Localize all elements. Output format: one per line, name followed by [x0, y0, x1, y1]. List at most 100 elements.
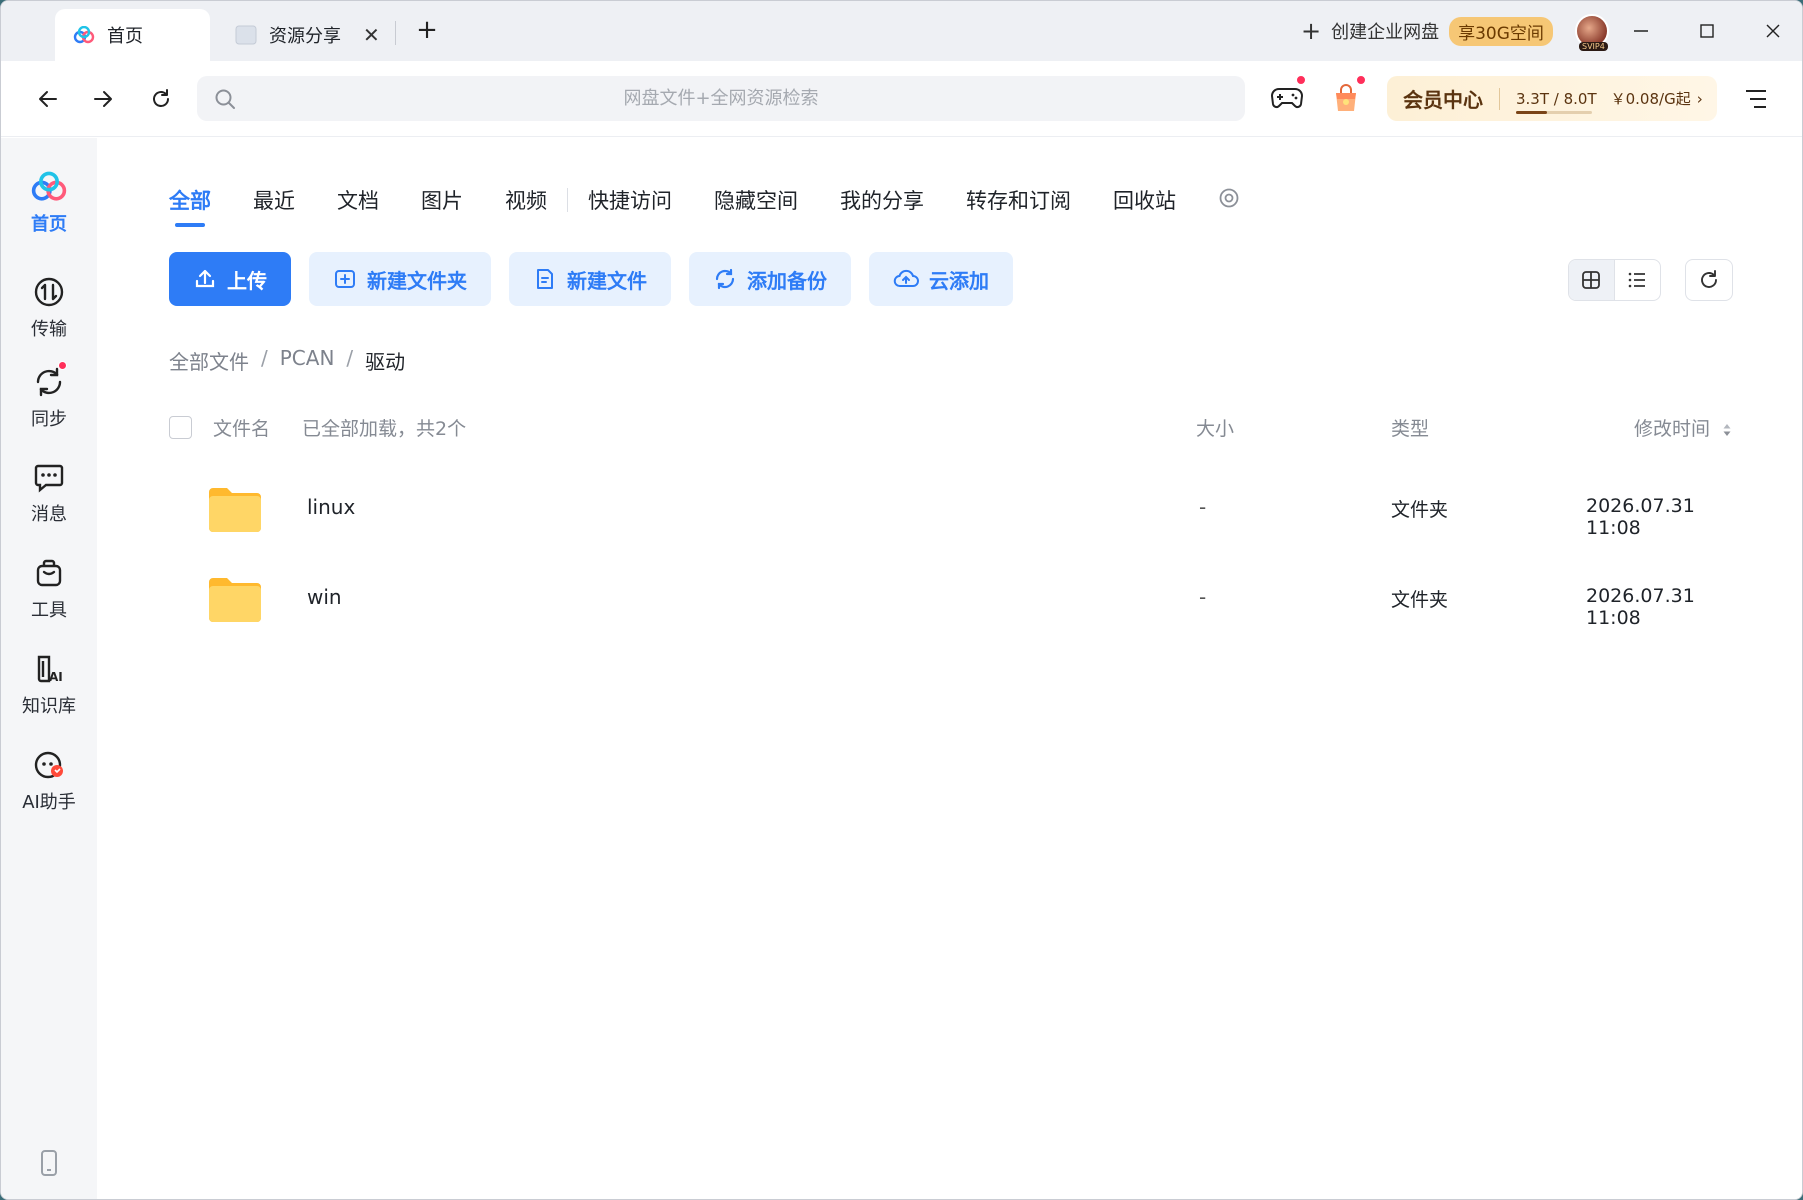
forward-button[interactable] [83, 79, 123, 119]
upload-label: 上传 [227, 268, 267, 293]
tab-quick-access[interactable]: 快捷访问 [588, 185, 672, 215]
member-center-button[interactable]: 会员中心 3.3T / 8.0T ￥0.08/G起 › [1387, 76, 1717, 121]
sidebar-item-label: AI助手 [22, 792, 76, 813]
mobile-device-button[interactable] [35, 1148, 63, 1182]
menu-icon [1746, 90, 1766, 108]
gamepad-icon [1270, 88, 1304, 109]
enterprise-promo-badge: 享30G空间 [1449, 16, 1553, 46]
load-status-text: 已全部加载，共2个 [302, 418, 467, 440]
transfer-icon [30, 273, 68, 311]
arrow-right-icon [94, 91, 112, 107]
tab-documents[interactable]: 文档 [337, 185, 379, 215]
tab-images[interactable]: 图片 [421, 185, 463, 215]
new-folder-button[interactable]: 新建文件夹 [309, 252, 491, 306]
sort-icon [1723, 423, 1731, 436]
gift-bag-button[interactable] [1325, 75, 1367, 119]
file-size: - [1199, 495, 1207, 519]
sidebar-item-label: 知识库 [22, 696, 76, 717]
search-input[interactable] [197, 76, 1245, 121]
grid-icon [1582, 271, 1601, 289]
add-backup-button[interactable]: 添加备份 [689, 252, 851, 306]
tab-recent[interactable]: 最近 [253, 185, 295, 215]
maximize-button[interactable] [1687, 13, 1727, 49]
backup-sync-icon [715, 268, 735, 290]
select-all-checkbox[interactable] [169, 416, 192, 439]
file-name[interactable]: win [307, 585, 342, 609]
sidebar-item-tools[interactable]: 工具 [1, 554, 97, 622]
close-window-button[interactable] [1753, 13, 1793, 49]
cloud-add-button[interactable]: 云添加 [869, 252, 1013, 306]
tab-my-shares[interactable]: 我的分享 [840, 185, 924, 215]
sidebar-item-transfer[interactable]: 传输 [1, 273, 97, 341]
view-mode-toggle [1568, 259, 1661, 301]
sidebar-item-home[interactable]: 首页 [1, 168, 97, 236]
tab-recycle-bin[interactable]: 回收站 [1113, 185, 1176, 215]
refresh-icon [1701, 270, 1717, 288]
new-file-label: 新建文件 [567, 268, 647, 293]
reload-icon [153, 89, 169, 107]
breadcrumb-separator: / [261, 346, 268, 370]
notification-dot [1296, 75, 1306, 85]
arrow-left-icon [39, 91, 57, 107]
message-icon [30, 458, 68, 496]
cloud-upload-icon [893, 269, 919, 287]
tab-settings-icon[interactable] [1218, 187, 1240, 213]
refresh-button[interactable] [1685, 259, 1733, 301]
tab-transfer-subscribe[interactable]: 转存和订阅 [966, 185, 1071, 215]
sidebar-item-ai-assistant[interactable]: AI助手 [1, 746, 97, 814]
sidebar-item-sync[interactable]: 同步 [1, 361, 97, 431]
breadcrumb-item-pcan[interactable]: PCAN [280, 346, 335, 375]
svg-text:AI: AI [49, 670, 63, 684]
breadcrumb-item-current: 驱动 [365, 350, 406, 374]
close-tab-icon[interactable]: ✕ [363, 23, 380, 47]
sidebar-item-knowledge-base[interactable]: AI 知识库 [1, 650, 97, 718]
tab-all[interactable]: 全部 [169, 185, 211, 227]
new-file-icon [537, 269, 553, 289]
grid-view-button[interactable] [1569, 260, 1615, 300]
file-size: - [1199, 585, 1207, 609]
game-center-button[interactable] [1266, 75, 1308, 119]
new-file-button[interactable]: 新建文件 [509, 252, 671, 306]
column-header-modified[interactable]: 修改时间 [1634, 414, 1732, 441]
tab-label: 首页 [107, 26, 143, 47]
storage-quota-text: 3.3T / 8.0T [1516, 89, 1597, 108]
baidu-netdisk-logo-icon [73, 24, 95, 46]
notification-dot [58, 361, 67, 370]
tab-resource-share[interactable]: 资源分享 ✕ [229, 9, 389, 61]
column-header-size[interactable]: 大小 [1196, 414, 1234, 441]
toolbox-icon [30, 554, 68, 592]
main-menu-button[interactable] [1735, 79, 1777, 119]
search-bar[interactable] [197, 76, 1245, 121]
minimize-icon [1634, 30, 1648, 32]
tab-videos[interactable]: 视频 [505, 185, 547, 215]
category-tabs: 全部 最近 文档 图片 视频 快捷访问 隐藏空间 我的分享 转存和订阅 回收站 [169, 180, 1240, 227]
table-row[interactable]: win - 文件夹 2026.07.31 11:08 [169, 559, 1739, 639]
tab-hidden-space[interactable]: 隐藏空间 [714, 185, 798, 215]
list-icon [1628, 272, 1646, 288]
create-enterprise-button[interactable]: + 创建企业网盘 享30G空间 [1301, 16, 1553, 46]
column-header-name[interactable]: 文件名 [213, 414, 270, 441]
breadcrumb-item-all-files[interactable]: 全部文件 [169, 346, 249, 375]
member-center-title: 会员中心 [1403, 88, 1483, 112]
add-backup-label: 添加备份 [747, 268, 827, 293]
table-row[interactable]: linux - 文件夹 2026.07.31 11:08 [169, 469, 1739, 549]
upload-icon [195, 269, 215, 288]
sidebar-item-messages[interactable]: 消息 [1, 458, 97, 526]
file-modified: 2026.07.31 11:08 [1586, 495, 1695, 539]
back-button[interactable] [28, 79, 68, 119]
chevron-right-icon: › [1696, 89, 1703, 108]
main-content: 全部 最近 文档 图片 视频 快捷访问 隐藏空间 我的分享 转存和订阅 回收站 … [97, 138, 1802, 1199]
column-header-type[interactable]: 类型 [1391, 414, 1429, 441]
breadcrumb: 全部文件 / PCAN / 驱动 [169, 346, 405, 375]
avatar[interactable]: SVIP4 [1575, 14, 1609, 51]
notification-dot [1356, 75, 1366, 85]
upload-button[interactable]: 上传 [169, 252, 291, 306]
file-name[interactable]: linux [307, 495, 355, 519]
minimize-button[interactable] [1621, 13, 1661, 49]
close-icon [1766, 24, 1780, 38]
new-tab-button[interactable]: + [411, 13, 443, 47]
reload-button[interactable] [141, 79, 181, 119]
new-folder-label: 新建文件夹 [367, 268, 467, 293]
list-view-button[interactable] [1615, 260, 1661, 300]
tab-home[interactable]: 首页 [55, 9, 210, 61]
